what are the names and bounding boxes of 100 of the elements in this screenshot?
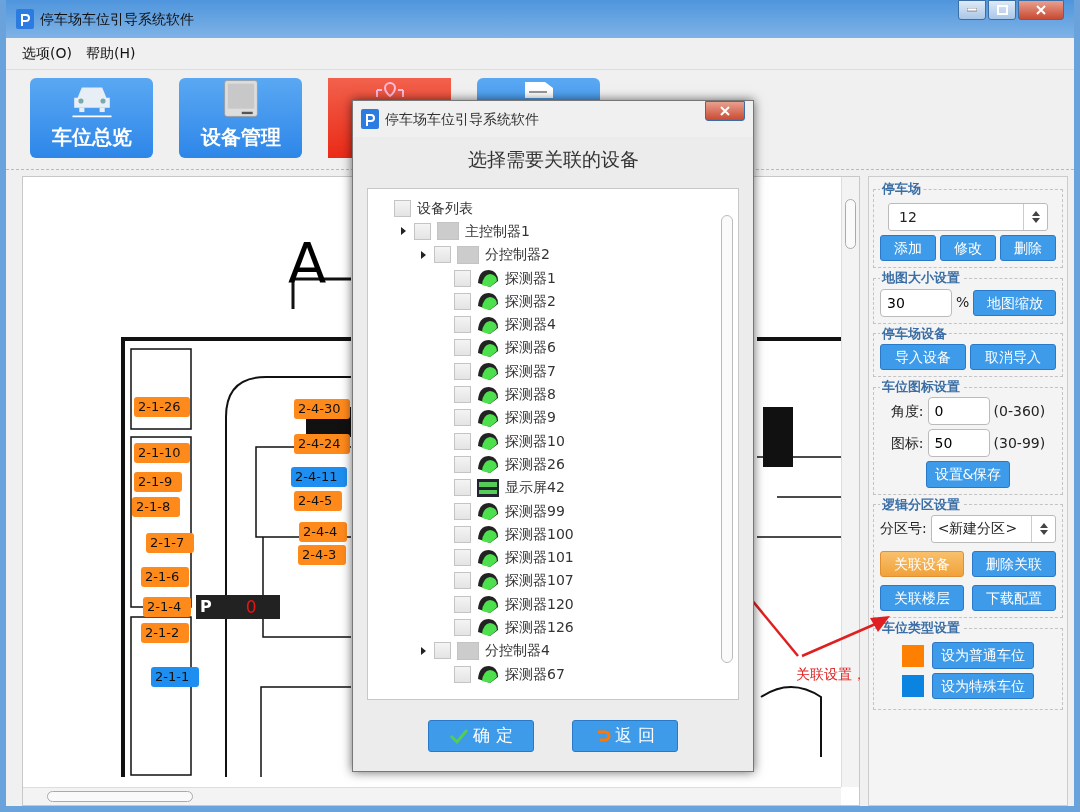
parking-spot-marker[interactable]: 2-1-8 [132, 497, 181, 517]
sensor-icon [477, 665, 499, 684]
spinner-icon[interactable] [1039, 522, 1048, 535]
unit-label: % [956, 293, 970, 313]
tree-item-label[interactable]: 探测器1 [505, 267, 556, 289]
tree-item-label[interactable]: 探测器2 [505, 290, 556, 312]
controller-icon [437, 222, 459, 241]
menu-item[interactable]: 选项(O) [22, 43, 72, 64]
checkbox[interactable] [454, 455, 471, 473]
parking-spot-marker[interactable]: 2-1-7 [146, 533, 195, 553]
maximize-button[interactable] [988, 0, 1016, 20]
expand-arrow-icon[interactable] [420, 646, 426, 655]
tree-item-label[interactable]: 设备列表 [417, 197, 473, 219]
sensor-icon [477, 502, 499, 520]
tree-item-label[interactable]: 探测器26 [505, 453, 565, 475]
field-label: 图标: [890, 433, 924, 453]
spinner-icon[interactable] [1031, 211, 1040, 224]
checkbox[interactable] [454, 362, 471, 380]
parking-spot-marker[interactable]: 2-1-2 [141, 623, 190, 643]
checkbox[interactable] [454, 525, 471, 543]
sensor-icon [477, 525, 499, 544]
field-label: 分区号: [880, 519, 927, 539]
close-button[interactable] [705, 101, 745, 121]
parking-spot-marker[interactable]: 2-4-24 [294, 434, 351, 454]
parking-spot-marker[interactable]: 2-4-30 [294, 399, 351, 419]
parking-spot-marker[interactable]: 2-4-11 [291, 467, 348, 487]
tree-item-label[interactable]: 探测器107 [505, 570, 574, 592]
checkbox[interactable] [454, 572, 471, 590]
parking-spot-marker[interactable]: 2-1-4 [143, 597, 192, 617]
tree-item-label[interactable]: 探测器100 [505, 523, 574, 545]
number-input[interactable]: 50 [927, 429, 990, 458]
field-label: 角度: [890, 401, 924, 421]
tree-item-label[interactable]: 显示屏42 [505, 477, 565, 499]
tree-item-label[interactable]: 分控制器2 [485, 244, 550, 266]
parking-lot-select[interactable]: 12 [888, 203, 1048, 232]
tree-item-label[interactable]: 探测器67 [505, 663, 565, 685]
tree-item-label[interactable]: 探测器99 [505, 500, 565, 522]
section-title: 地图大小设置 [880, 270, 961, 287]
document-icon [524, 82, 553, 98]
horizontal-scrollbar[interactable] [23, 787, 841, 805]
checkbox[interactable] [414, 222, 431, 240]
checkbox[interactable] [454, 502, 471, 520]
tree-item-label[interactable]: 分控制器4 [485, 640, 550, 662]
parking-spot-marker[interactable]: 2-1-9 [134, 472, 183, 492]
zone-select[interactable]: <新建分区> [930, 514, 1056, 543]
sensor-icon [477, 385, 499, 404]
sensor-icon [477, 595, 499, 614]
display-screen-icon [477, 478, 499, 497]
tree-item-label[interactable]: 探测器7 [505, 360, 556, 382]
expand-arrow-icon[interactable] [400, 227, 406, 236]
checkbox[interactable] [454, 316, 471, 334]
tree-item-label[interactable]: 探测器101 [505, 547, 574, 569]
number-input[interactable]: 0 [927, 397, 990, 426]
sensor-icon [477, 338, 499, 357]
checkbox[interactable] [454, 339, 471, 357]
sensor-icon [477, 432, 499, 451]
parking-spot-marker[interactable]: 2-1-1 [151, 667, 200, 687]
window-title: 停车场车位引导系统软件 [40, 9, 194, 29]
tree-item-label[interactable]: 主控制器1 [465, 220, 530, 242]
tree-item-label[interactable]: 探测器4 [505, 314, 556, 336]
checkbox[interactable] [454, 595, 471, 613]
tree-item-label[interactable]: 探测器120 [505, 593, 574, 615]
map-title: A [288, 235, 327, 291]
checkbox[interactable] [454, 665, 471, 683]
menu-item[interactable]: 帮助(H) [85, 43, 136, 64]
close-icon [720, 106, 730, 116]
zoom-input[interactable]: 30 [880, 288, 952, 317]
map-pin-icon [374, 82, 405, 98]
checkbox[interactable] [434, 246, 451, 264]
tree-item-label[interactable]: 探测器8 [505, 384, 556, 405]
tree-item-label[interactable]: 探测器10 [505, 430, 565, 452]
minimize-button[interactable] [958, 0, 986, 20]
parking-spot-marker[interactable]: 2-4-4 [299, 522, 348, 542]
range-hint: (0-360) [993, 401, 1046, 421]
parking-spot-marker[interactable]: 2-1-6 [141, 567, 190, 587]
parking-spot-marker[interactable]: 2-4-3 [298, 545, 347, 565]
checkbox[interactable] [394, 199, 411, 217]
checkbox[interactable] [454, 432, 471, 450]
scroll-thumb[interactable] [845, 199, 856, 249]
sensor-icon [477, 269, 499, 288]
close-button[interactable] [1018, 0, 1064, 20]
checkbox[interactable] [454, 619, 471, 636]
parking-spot-marker[interactable]: 2-1-26 [134, 397, 191, 417]
checkbox[interactable] [454, 386, 471, 403]
checkbox[interactable] [454, 409, 471, 427]
parking-spot-marker[interactable]: 2-4-5 [294, 491, 343, 511]
checkbox[interactable] [454, 269, 471, 287]
tree-item-label[interactable]: 探测器126 [505, 617, 574, 638]
tree-item-label[interactable]: 探测器6 [505, 337, 556, 359]
parking-spot-marker[interactable]: 2-1-10 [134, 443, 191, 463]
dialog-heading: 选择需要关联的设备 [466, 147, 640, 172]
checkbox[interactable] [454, 549, 471, 567]
checkbox[interactable] [454, 479, 471, 497]
expand-arrow-icon[interactable] [420, 250, 426, 259]
close-icon [1036, 5, 1046, 15]
scroll-thumb[interactable] [47, 791, 193, 802]
checkbox[interactable] [454, 292, 471, 310]
tree-item-label[interactable]: 探测器9 [505, 407, 556, 429]
sensor-icon [477, 292, 499, 311]
checkbox[interactable] [434, 642, 451, 660]
